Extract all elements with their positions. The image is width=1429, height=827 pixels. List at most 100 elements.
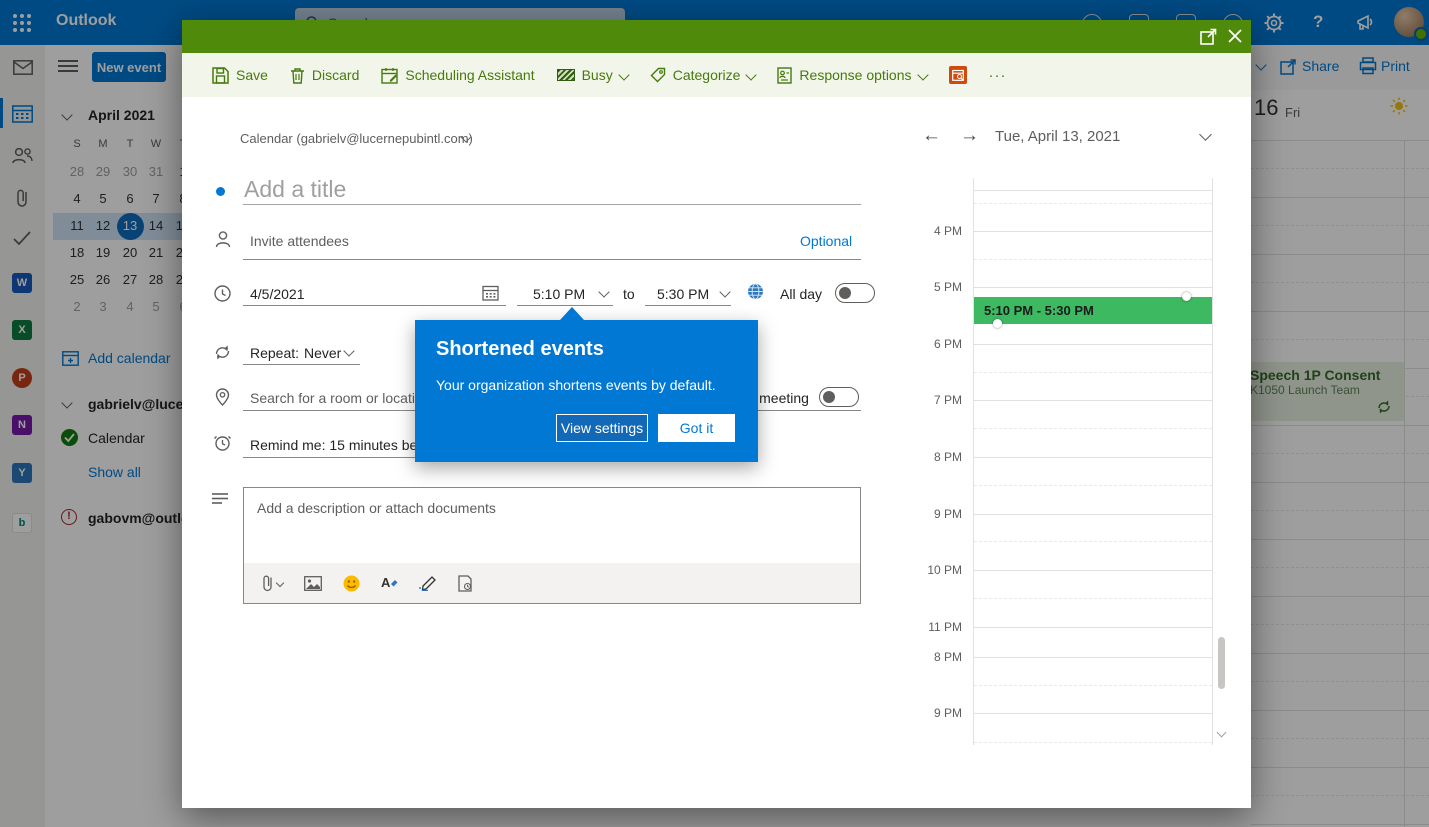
draw-pen-button[interactable]: [419, 575, 437, 591]
grid-line: [974, 287, 1212, 288]
grid-line: [974, 541, 1212, 542]
findtime-addin-icon[interactable]: [949, 66, 967, 84]
close-icon[interactable]: [1227, 28, 1243, 44]
to-label: to: [623, 286, 635, 302]
busy-status-dropdown[interactable]: Busy: [557, 67, 628, 83]
grid-line: [974, 231, 1212, 232]
save-icon: [212, 67, 229, 84]
datepicker-calendar-icon[interactable]: [482, 284, 499, 301]
grid-line: [974, 400, 1212, 401]
insert-image-button[interactable]: [304, 576, 322, 591]
attendees-person-icon: [214, 230, 232, 248]
grid-line: [974, 627, 1212, 628]
start-time-underline: [517, 305, 613, 306]
document-clock-button[interactable]: [458, 575, 473, 592]
event-toolbar: Save Discard Scheduling Assistant Busy C…: [182, 53, 1251, 97]
end-time-input[interactable]: 5:30 PM: [657, 286, 709, 302]
start-date-input[interactable]: 4/5/2021: [250, 286, 305, 302]
event-resize-handle-bottom[interactable]: [993, 319, 1002, 328]
event-block[interactable]: 5:10 PM - 5:30 PM: [974, 297, 1212, 324]
scheduling-assistant-button[interactable]: Scheduling Assistant: [381, 67, 534, 84]
trash-icon: [290, 67, 305, 84]
repeat-label: Repeat:: [250, 345, 299, 361]
modal-green-header: [182, 20, 1251, 53]
reminder-dropdown[interactable]: Remind me: 15 minutes before: [250, 437, 441, 453]
grid-line: [974, 598, 1212, 599]
description-placeholder: Add a description or attach documents: [244, 488, 860, 516]
shortened-events-callout: Shortened events Your organization short…: [415, 320, 758, 462]
previous-day-arrow[interactable]: ←: [922, 125, 941, 147]
hour-label: 9 PM: [842, 506, 962, 522]
day-view-date-label[interactable]: Tue, April 13, 2021: [995, 128, 1120, 145]
categorize-dropdown[interactable]: Categorize: [650, 67, 756, 83]
end-time-underline: [645, 305, 731, 306]
description-lines-icon: [212, 492, 230, 504]
attach-file-button[interactable]: [262, 574, 283, 592]
chevron-down-icon[interactable]: [343, 345, 354, 356]
clear-formatting-button[interactable]: A: [381, 575, 398, 591]
repeat-sync-icon: [214, 344, 231, 361]
view-settings-label: View settings: [561, 420, 643, 436]
grid-line: [974, 742, 1212, 743]
scroll-down-chevron-icon[interactable]: [1217, 728, 1227, 738]
emoji-button[interactable]: [343, 575, 360, 592]
hour-label: 10 PM: [842, 562, 962, 578]
event-title-input[interactable]: Add a title: [244, 176, 346, 203]
got-it-button[interactable]: Got it: [658, 414, 735, 442]
grid-line: [974, 203, 1212, 204]
grid-line: [974, 190, 1212, 191]
categorize-tag-icon: [650, 67, 666, 83]
hour-label: 8 PM: [842, 649, 962, 665]
grid-line: [974, 344, 1212, 345]
grid-line: [974, 713, 1212, 714]
hour-label: 9 PM: [842, 705, 962, 721]
event-block-label: 5:10 PM - 5:30 PM: [974, 303, 1094, 318]
description-editor[interactable]: Add a description or attach documents A: [243, 487, 861, 604]
event-resize-handle-top[interactable]: [1182, 292, 1191, 301]
calendar-selector[interactable]: Calendar (gabrielv@lucernepubintl.com): [240, 131, 473, 146]
save-label: Save: [236, 67, 268, 83]
grid-line: [974, 372, 1212, 373]
callout-body: Your organization shortens events by def…: [436, 377, 716, 393]
chevron-down-icon: [917, 69, 928, 80]
editor-format-bar: A: [244, 563, 860, 603]
attendees-underline: [243, 259, 861, 260]
invite-attendees-input[interactable]: Invite attendees: [250, 233, 349, 249]
grid-line: [974, 428, 1212, 429]
location-input[interactable]: Search for a room or location: [250, 390, 431, 406]
response-options-label: Response options: [799, 67, 911, 83]
got-it-label: Got it: [680, 420, 713, 436]
grid-line: [974, 657, 1212, 658]
paperclip-icon: [262, 574, 273, 592]
response-options-icon: [777, 67, 792, 84]
grid-line: [974, 457, 1212, 458]
response-options-dropdown[interactable]: Response options: [777, 67, 926, 84]
repeat-underline: [243, 364, 360, 365]
view-settings-button[interactable]: View settings: [556, 414, 648, 442]
chevron-down-icon[interactable]: [719, 286, 730, 297]
save-button[interactable]: Save: [212, 67, 268, 84]
hour-label: 5 PM: [842, 279, 962, 295]
day-view-scrollbar-thumb[interactable]: [1218, 637, 1225, 689]
grid-line: [974, 514, 1212, 515]
grid-line: [974, 259, 1212, 260]
chevron-down-icon[interactable]: [1199, 128, 1212, 141]
clock-icon: [214, 285, 231, 302]
hour-label: 4 PM: [842, 223, 962, 239]
grid-line: [974, 570, 1212, 571]
hour-label: 6 PM: [842, 336, 962, 352]
scheduling-assistant-label: Scheduling Assistant: [405, 67, 534, 83]
start-time-input[interactable]: 5:10 PM: [533, 286, 585, 302]
reminder-alarm-icon: [213, 434, 232, 452]
busy-label: Busy: [582, 67, 613, 83]
open-in-new-window-icon[interactable]: [1200, 28, 1217, 45]
chevron-down-icon[interactable]: [598, 286, 609, 297]
categorize-label: Categorize: [673, 67, 741, 83]
calendar-color-dot: [216, 187, 225, 196]
day-view-grid[interactable]: 5:10 PM - 5:30 PM: [973, 178, 1213, 745]
next-day-arrow[interactable]: →: [960, 125, 979, 147]
repeat-value-dropdown[interactable]: Never: [304, 345, 341, 361]
timezone-globe-icon[interactable]: [747, 283, 764, 300]
toolbar-overflow-button[interactable]: ···: [989, 67, 1007, 84]
discard-button[interactable]: Discard: [290, 67, 359, 84]
